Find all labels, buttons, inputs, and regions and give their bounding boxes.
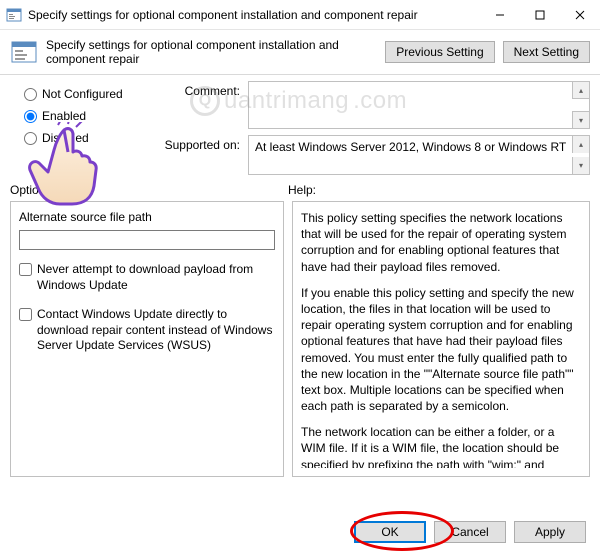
minimize-button[interactable] <box>480 0 520 30</box>
radio-disabled[interactable]: Disabled <box>24 131 138 145</box>
apply-button[interactable]: Apply <box>514 521 586 543</box>
checkbox-contact-wu[interactable]: Contact Windows Update directly to downl… <box>19 307 275 354</box>
window-title: Specify settings for optional component … <box>28 8 480 22</box>
radio-not-configured-label: Not Configured <box>42 87 123 101</box>
options-label: Options: <box>10 183 288 197</box>
checkbox-no-download-label: Never attempt to download payload from W… <box>37 262 275 293</box>
radio-disabled-label: Disabled <box>42 131 89 145</box>
options-pane: Alternate source file path Never attempt… <box>10 201 284 477</box>
scroll-down-icon[interactable]: ▾ <box>572 157 589 174</box>
comment-textarea[interactable]: ▴ ▾ <box>248 81 590 129</box>
supported-on-label: Supported on: <box>150 135 240 152</box>
supported-on-field: At least Windows Server 2012, Windows 8 … <box>248 135 590 175</box>
divider <box>0 74 600 75</box>
policy-title: Specify settings for optional component … <box>46 38 377 66</box>
comment-label: Comment: <box>150 81 240 98</box>
scroll-up-icon[interactable]: ▴ <box>572 82 589 99</box>
checkbox-no-download[interactable]: Never attempt to download payload from W… <box>19 262 275 293</box>
help-pane: This policy setting specifies the networ… <box>292 201 590 477</box>
close-button[interactable] <box>560 0 600 30</box>
scroll-down-icon[interactable]: ▾ <box>572 111 589 128</box>
next-setting-button[interactable]: Next Setting <box>503 41 590 63</box>
help-paragraph: This policy setting specifies the networ… <box>301 210 577 275</box>
help-label: Help: <box>288 183 590 197</box>
alt-path-label: Alternate source file path <box>19 210 275 224</box>
cancel-button[interactable]: Cancel <box>434 521 506 543</box>
alt-path-input[interactable] <box>19 230 275 250</box>
supported-on-value: At least Windows Server 2012, Windows 8 … <box>255 140 566 154</box>
checkbox-contact-wu-label: Contact Windows Update directly to downl… <box>37 307 275 354</box>
radio-not-configured[interactable]: Not Configured <box>24 87 138 101</box>
policy-icon <box>10 38 38 66</box>
scroll-up-icon[interactable]: ▴ <box>572 136 589 153</box>
app-icon <box>6 7 22 23</box>
help-paragraph: The network location can be either a fol… <box>301 424 577 468</box>
help-text[interactable]: This policy setting specifies the networ… <box>301 210 581 468</box>
previous-setting-button[interactable]: Previous Setting <box>385 41 494 63</box>
radio-enabled[interactable]: Enabled <box>24 109 138 123</box>
help-paragraph: If you enable this policy setting and sp… <box>301 285 577 415</box>
radio-enabled-label: Enabled <box>42 109 86 123</box>
maximize-button[interactable] <box>520 0 560 30</box>
ok-button[interactable]: OK <box>354 521 426 543</box>
